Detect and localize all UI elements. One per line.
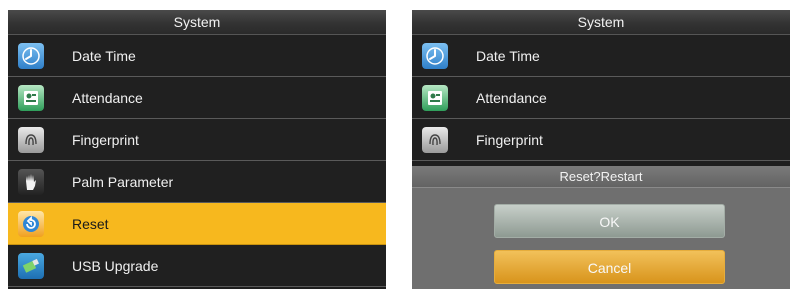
system-screen-left: System Date Time Attendance Fingerprint …: [8, 10, 386, 289]
menu-item-label: Attendance: [476, 89, 547, 106]
fingerprint-icon: [18, 126, 44, 153]
menu-item-date-time[interactable]: Date Time: [412, 35, 790, 77]
ok-button[interactable]: OK: [494, 204, 725, 238]
menu-item-usb-upgrade[interactable]: USB Upgrade: [8, 245, 386, 287]
usb-icon: [18, 252, 44, 279]
menu-item-fingerprint[interactable]: Fingerprint: [8, 119, 386, 161]
menu-item-label: Reset: [72, 215, 109, 232]
screen-title: System: [412, 10, 790, 35]
menu-item-label: Date Time: [476, 47, 540, 64]
menu-item-attendance[interactable]: Attendance: [8, 77, 386, 119]
menu-item-label: Date Time: [72, 47, 136, 64]
reset-confirm-dialog: Reset?Restart OK Cancel: [412, 166, 790, 289]
palm-icon: [18, 168, 44, 195]
attendance-icon: [18, 84, 44, 111]
menu-item-date-time[interactable]: Date Time: [8, 35, 386, 77]
clock-icon: [422, 42, 448, 69]
menu-item-label: Attendance: [72, 89, 143, 106]
screen-title: System: [8, 10, 386, 35]
attendance-icon: [422, 84, 448, 111]
menu-item-label: Palm Parameter: [72, 173, 174, 190]
menu-item-palm-parameter[interactable]: Palm Parameter: [8, 161, 386, 203]
system-screen-right: System Date Time Attendance Fingerprint …: [412, 10, 790, 289]
clock-icon: [18, 42, 44, 69]
dialog-title: Reset?Restart: [412, 166, 790, 188]
menu-item-label: USB Upgrade: [72, 257, 159, 274]
menu-item-fingerprint[interactable]: Fingerprint: [412, 119, 790, 161]
cancel-button[interactable]: Cancel: [494, 250, 725, 284]
menu-item-label: Fingerprint: [72, 131, 139, 148]
fingerprint-icon: [422, 126, 448, 153]
menu-item-label: Fingerprint: [476, 131, 543, 148]
menu-item-attendance[interactable]: Attendance: [412, 77, 790, 119]
reset-icon: [18, 210, 44, 237]
menu-item-reset[interactable]: Reset: [8, 203, 386, 245]
